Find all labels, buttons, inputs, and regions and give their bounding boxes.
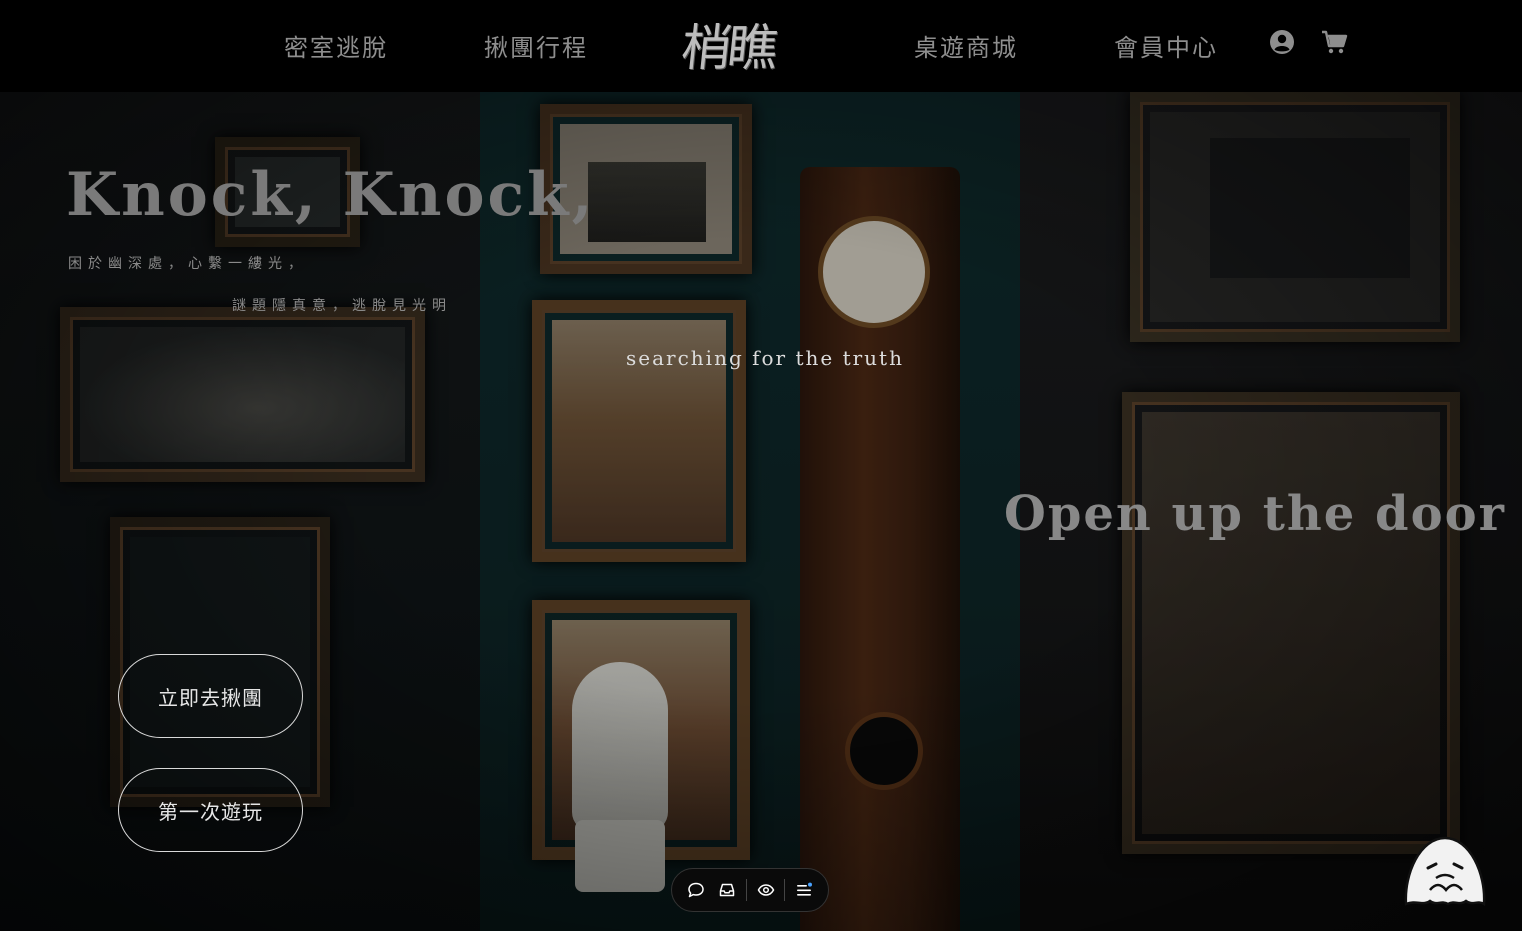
nav-member-center[interactable]: 會員中心 xyxy=(1114,28,1218,63)
join-group-button[interactable]: 立即去揪團 xyxy=(118,654,303,738)
toolbar-divider xyxy=(746,879,748,901)
cart-icon[interactable] xyxy=(1320,28,1348,56)
site-header: 密室逃脫 揪團行程 梢瞧 桌遊商城 會員中心 xyxy=(0,0,1522,92)
hero-right-headline: Open up the door xyxy=(1004,486,1506,542)
floating-toolbar xyxy=(671,868,829,912)
toolbar-divider xyxy=(784,879,786,901)
chat-bubble-icon[interactable] xyxy=(683,877,709,903)
inbox-icon[interactable] xyxy=(714,877,740,903)
ghost-mascot-icon[interactable] xyxy=(1400,834,1490,908)
hero-tagline-2: 謎題隱真意，逃脫見光明 xyxy=(232,298,452,314)
hero-tagline-1: 困於幽深處，心繫一縷光， xyxy=(68,256,308,272)
eye-icon[interactable] xyxy=(753,877,779,903)
hero-center-text: searching for the truth xyxy=(626,346,904,370)
first-time-play-button[interactable]: 第一次遊玩 xyxy=(118,768,303,852)
nav-board-game-shop[interactable]: 桌遊商城 xyxy=(914,28,1018,63)
nav-group-schedule[interactable]: 揪團行程 xyxy=(484,28,588,63)
nav-escape-room[interactable]: 密室逃脫 xyxy=(284,28,388,63)
user-circle-icon[interactable] xyxy=(1268,28,1296,56)
menu-list-icon[interactable] xyxy=(791,877,817,903)
site-logo[interactable]: 梢瞧 xyxy=(678,8,778,80)
hero-headline: Knock, Knock, xyxy=(66,160,596,230)
